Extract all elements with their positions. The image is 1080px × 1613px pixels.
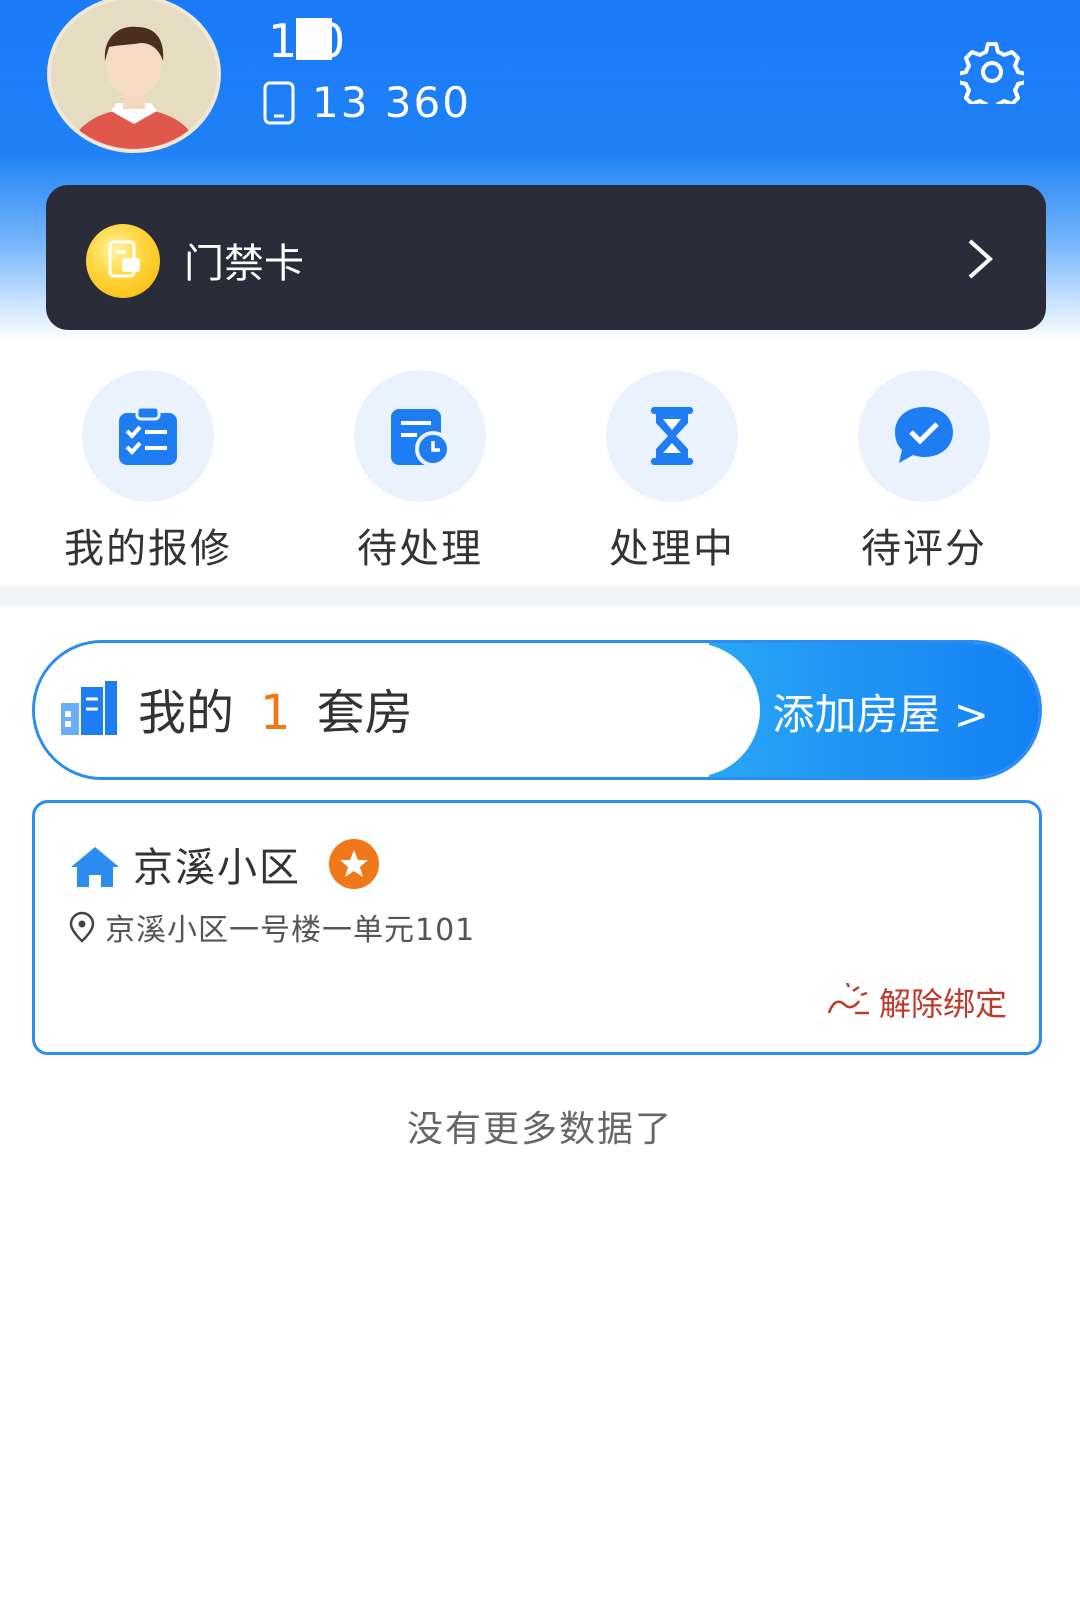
section-divider <box>0 586 1080 606</box>
avatar[interactable] <box>47 0 221 153</box>
chevron-right-icon <box>968 239 993 279</box>
mobile-phone-icon <box>263 81 295 124</box>
star-badge-icon <box>329 839 379 889</box>
chat-check-icon <box>895 407 953 463</box>
calendar-clock-icon <box>391 409 451 467</box>
access-card-icon <box>86 224 160 298</box>
access-card-bar[interactable]: 门禁卡 <box>46 185 1046 330</box>
building-icon <box>61 681 117 735</box>
quick-action-my-repairs[interactable]: 我的报修 <box>48 370 248 572</box>
houses-title-suffix: 套房 <box>316 685 413 741</box>
my-houses-title: 我的 1 套房 <box>138 673 413 743</box>
houses-count: 1 <box>260 685 291 741</box>
quick-action-label: 待评分 <box>861 526 987 572</box>
unlink-icon <box>827 983 869 1015</box>
settings-gear-icon[interactable] <box>960 40 1024 104</box>
quick-action-label: 处理中 <box>609 526 735 572</box>
add-house-button[interactable]: 添加房屋 > <box>772 681 989 742</box>
unbind-button[interactable]: 解除绑定 <box>825 979 1007 1025</box>
home-icon <box>71 847 119 887</box>
quick-action-pending[interactable]: 待处理 <box>320 370 520 572</box>
no-more-data-text: 没有更多数据了 <box>406 1109 673 1150</box>
name-redaction <box>296 18 332 60</box>
user-phone: 13 360 <box>312 78 471 127</box>
user-phone-row: 13 360 <box>262 78 471 127</box>
house-card[interactable]: 京溪小区 京溪小区一号楼一单元101 解除绑定 <box>32 800 1042 1055</box>
my-houses-header: 我的 1 套房 添加房屋 > <box>32 640 1042 780</box>
quick-action-label: 待处理 <box>357 526 483 572</box>
clipboard-checklist-icon <box>119 405 177 465</box>
quick-action-label: 我的报修 <box>64 526 232 572</box>
community-name: 京溪小区 <box>133 845 301 891</box>
quick-action-to-rate[interactable]: 待评分 <box>824 370 1024 572</box>
houses-title-prefix: 我的 <box>138 685 235 741</box>
location-pin-icon <box>69 911 95 943</box>
quick-action-processing[interactable]: 处理中 <box>572 370 772 572</box>
house-address: 京溪小区一号楼一单元101 <box>105 913 476 948</box>
access-card-label: 门禁卡 <box>184 241 304 287</box>
hourglass-icon <box>651 407 693 465</box>
unbind-label: 解除绑定 <box>878 985 1007 1023</box>
